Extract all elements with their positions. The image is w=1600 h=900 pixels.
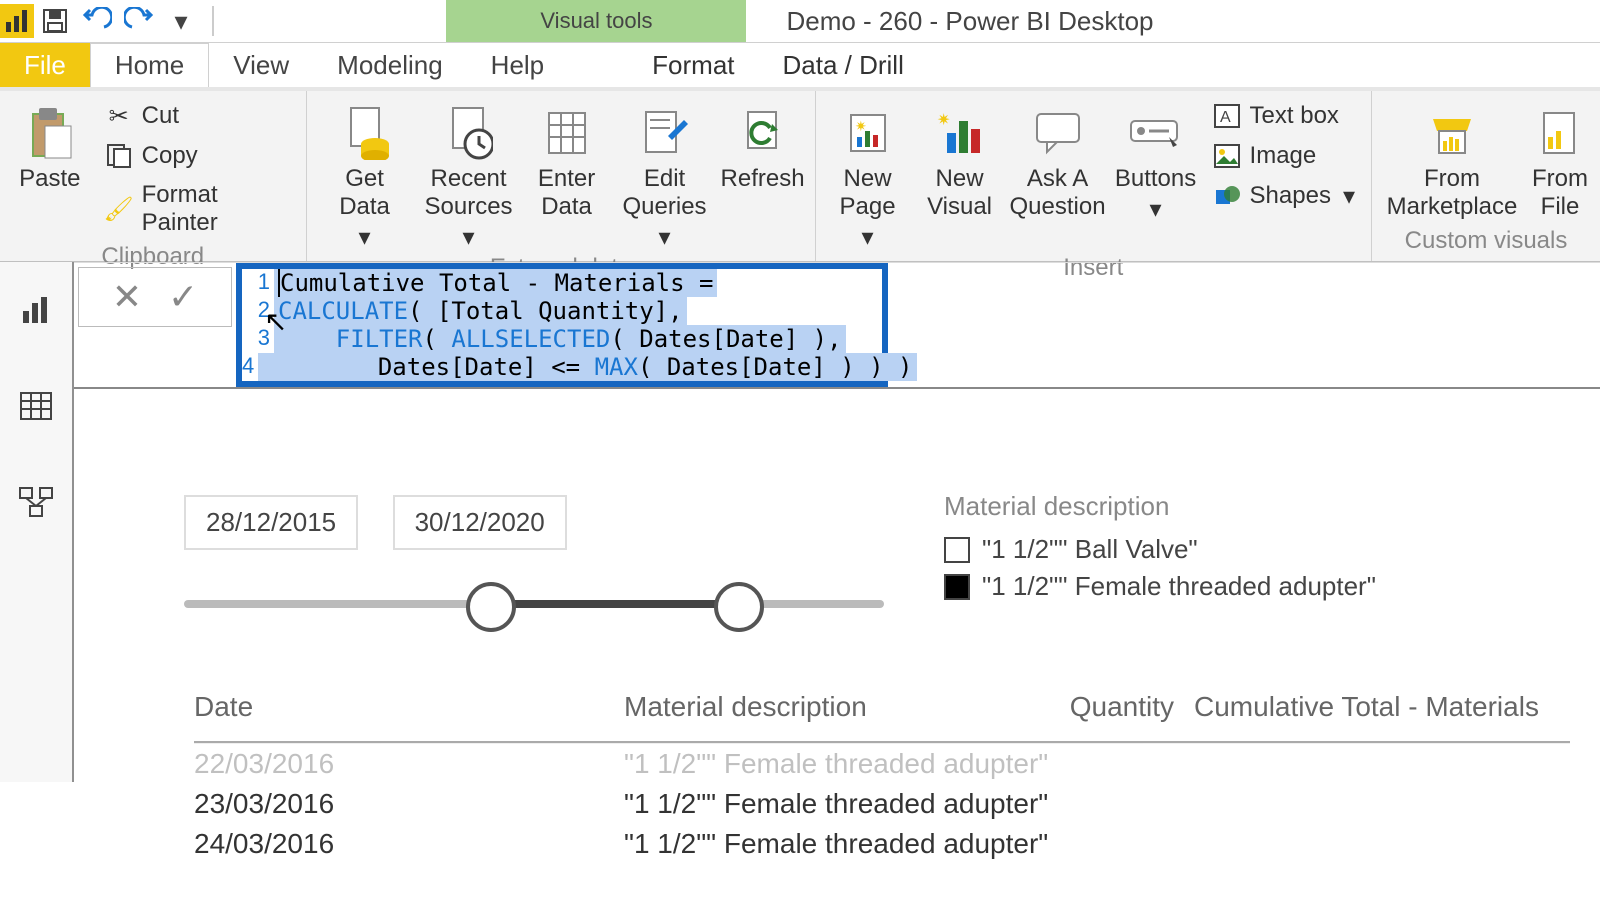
formula-bar: ✕ ✓ 1Cumulative Total - Materials = 2CAL… — [74, 263, 1600, 389]
get-data-button[interactable]: Get Data▾ — [317, 97, 413, 252]
window-title: Demo - 260 - Power BI Desktop — [786, 0, 1153, 42]
copy-icon — [104, 141, 134, 171]
group-clipboard: Paste ✂ Cut Copy 🖌 Format Painter — [0, 91, 307, 261]
code-line-3: FILTER( ALLSELECTED( Dates[Date] ), — [274, 325, 846, 353]
textbox-button[interactable]: A Text box — [1206, 97, 1361, 135]
new-page-button[interactable]: ✷ New Page▾ — [826, 97, 910, 252]
format-painter-button[interactable]: 🖌 Format Painter — [98, 177, 296, 241]
slicer-start-date[interactable]: 28/12/2015 — [184, 495, 358, 550]
svg-text:✷: ✷ — [937, 112, 950, 129]
slider-handle-end[interactable] — [714, 582, 764, 632]
new-visual-button[interactable]: ✷ New Visual — [918, 97, 1002, 221]
group-external-data: Get Data▾ Recent Sources▾ Enter Data Edi… — [307, 91, 816, 261]
brush-icon: 🖌 — [104, 194, 134, 224]
refresh-icon — [733, 103, 793, 163]
image-icon — [1212, 141, 1242, 171]
group-custom-visuals: From Marketplace From File Custom visual… — [1372, 91, 1600, 261]
tab-home[interactable]: Home — [90, 43, 209, 87]
ribbon-tabs: File Home View Modeling Help Format Data… — [0, 43, 1600, 91]
clock-doc-icon — [439, 103, 499, 163]
undo-icon[interactable] — [76, 1, 118, 41]
tab-help[interactable]: Help — [467, 43, 568, 87]
tab-modeling[interactable]: Modeling — [313, 43, 467, 87]
slicer-end-date[interactable]: 30/12/2020 — [393, 495, 567, 550]
checkbox-icon[interactable] — [944, 574, 970, 600]
marketplace-icon — [1422, 103, 1482, 163]
contextual-tab-label: Visual tools — [446, 0, 746, 42]
save-icon[interactable] — [34, 1, 76, 41]
table-row[interactable]: 24/03/2016 "1 1/2"" Female threaded adup… — [194, 824, 1570, 864]
scissors-icon: ✂ — [104, 101, 134, 131]
title-bar: ▾ Visual tools Demo - 260 - Power BI Des… — [0, 0, 1600, 43]
redo-icon[interactable] — [118, 1, 160, 41]
tab-file[interactable]: File — [0, 43, 90, 87]
table-row[interactable]: 22/03/2016 "1 1/2"" Female threaded adup… — [194, 743, 1570, 784]
table-icon — [537, 103, 597, 163]
button-icon — [1126, 103, 1186, 163]
image-button[interactable]: Image — [1206, 137, 1361, 175]
paste-icon — [20, 103, 80, 163]
view-rail — [0, 262, 74, 782]
shapes-icon — [1212, 181, 1242, 211]
database-icon — [335, 103, 395, 163]
legend-item-0[interactable]: "1 1/2"" Ball Valve" — [944, 534, 1376, 565]
from-marketplace-button[interactable]: From Marketplace — [1382, 97, 1522, 221]
group-insert: ✷ New Page▾ ✷ New Visual Ask A Question — [816, 91, 1372, 261]
formula-commit-icon[interactable]: ✓ — [168, 276, 198, 318]
file-icon — [1530, 103, 1590, 163]
model-view-button[interactable] — [0, 474, 72, 530]
checkbox-icon[interactable] — [944, 537, 970, 563]
formula-editor[interactable]: 1Cumulative Total - Materials = 2CALCULA… — [236, 263, 888, 387]
formula-cancel-icon[interactable]: ✕ — [112, 276, 142, 318]
tab-view[interactable]: View — [209, 43, 313, 87]
textbox-icon: A — [1212, 101, 1242, 131]
qat-dropdown-icon[interactable]: ▾ — [160, 1, 202, 41]
report-canvas: ✕ ✓ 1Cumulative Total - Materials = 2CAL… — [74, 262, 1600, 900]
copy-button[interactable]: Copy — [98, 137, 296, 175]
enter-data-button[interactable]: Enter Data — [525, 97, 609, 221]
chart-icon: ✷ — [930, 103, 990, 163]
data-view-button[interactable] — [0, 378, 72, 434]
recent-sources-button[interactable]: Recent Sources▾ — [421, 97, 517, 252]
paste-button[interactable]: Paste — [10, 97, 90, 193]
svg-text:A: A — [1220, 109, 1231, 126]
edit-queries-button[interactable]: Edit Queries▾ — [617, 97, 713, 252]
report-view-button[interactable] — [0, 282, 72, 338]
slider-handle-start[interactable] — [466, 582, 516, 632]
refresh-button[interactable]: Refresh — [721, 97, 805, 193]
legend-item-1[interactable]: "1 1/2"" Female threaded adupter" — [944, 571, 1376, 602]
code-line-1: Cumulative Total - Materials = — [274, 269, 717, 297]
legend-title: Material description — [944, 491, 1376, 522]
tab-format[interactable]: Format — [628, 43, 758, 87]
tab-data-drill[interactable]: Data / Drill — [759, 43, 928, 87]
table-header: Date Material description Quantity Cumul… — [194, 681, 1570, 743]
code-line-2: CALCULATE( [Total Quantity], — [274, 297, 687, 325]
edit-doc-icon — [635, 103, 695, 163]
from-file-button[interactable]: From File — [1530, 97, 1590, 221]
date-slicer[interactable]: 28/12/2015 30/12/2020 — [184, 495, 884, 634]
buttons-button[interactable]: Buttons▾ — [1114, 97, 1198, 224]
shapes-button[interactable]: Shapes▾ — [1206, 177, 1361, 215]
code-line-4: Dates[Date] <= MAX( Dates[Date] ) ) ) — [258, 353, 916, 381]
legend: Material description "1 1/2"" Ball Valve… — [944, 491, 1376, 608]
table-row[interactable]: 23/03/2016 "1 1/2"" Female threaded adup… — [194, 784, 1570, 824]
app-icon — [0, 4, 34, 38]
ask-question-button[interactable]: Ask A Question — [1010, 97, 1106, 221]
ribbon: Paste ✂ Cut Copy 🖌 Format Painter — [0, 91, 1600, 262]
cut-button[interactable]: ✂ Cut — [98, 97, 296, 135]
new-page-icon: ✷ — [838, 103, 898, 163]
speech-icon — [1028, 103, 1088, 163]
data-table[interactable]: Date Material description Quantity Cumul… — [194, 681, 1570, 864]
